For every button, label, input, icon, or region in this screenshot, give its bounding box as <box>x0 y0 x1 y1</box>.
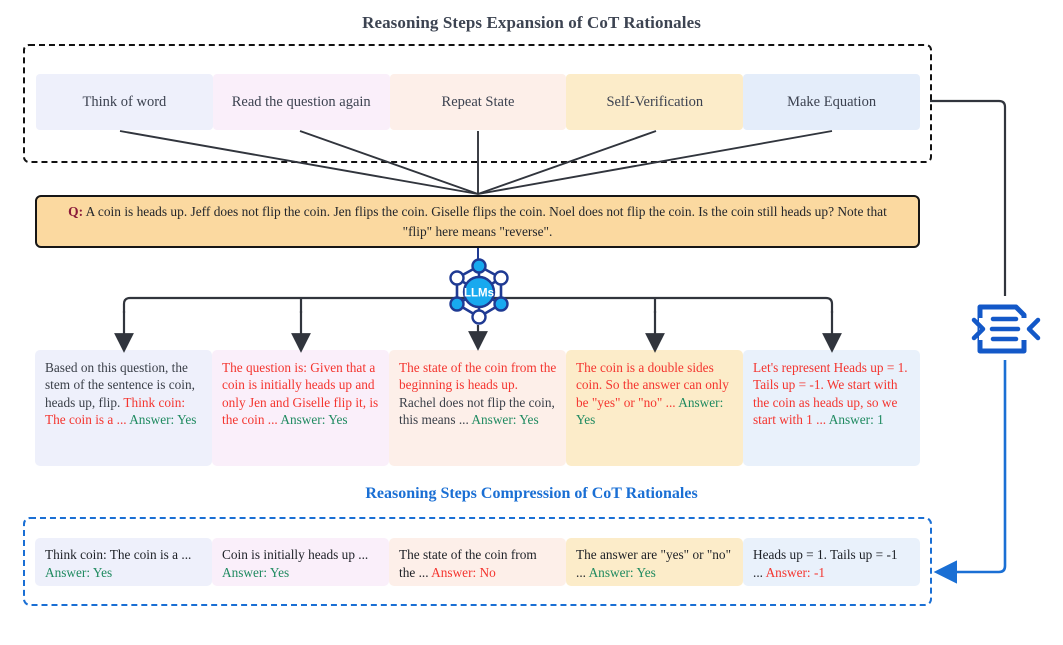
reasoning-step-box[interactable]: Think of word <box>36 74 213 130</box>
question-label: Q: <box>68 204 84 220</box>
reasoning-step-label: Read the question again <box>231 93 371 110</box>
rationale-text-segment: Answer: 1 <box>828 411 884 427</box>
expansion-to-doc-path <box>930 99 1007 296</box>
svg-text:LLMs: LLMs <box>464 288 494 300</box>
rationale-box[interactable]: The question is: Given that a coin is in… <box>212 350 389 466</box>
compressed-rationales-row: Think coin: The coin is a ... Answer: Ye… <box>35 538 920 586</box>
compressed-rationale-box[interactable]: The state of the coin from the ... Answe… <box>389 538 566 586</box>
question-text: Q: A coin is heads up. Jeff does not fli… <box>53 202 902 241</box>
reasoning-step-label: Make Equation <box>787 93 877 110</box>
compressed-text-segment: Answer: No <box>431 564 496 580</box>
reasoning-step-label: Think of word <box>82 93 167 110</box>
expansion-title: Reasoning Steps Expansion of CoT Rationa… <box>362 13 701 32</box>
compressed-text-segment: Answer: -1 <box>765 564 826 580</box>
rationale-text-segment: Answer: Yes <box>280 411 348 427</box>
compressed-text-segment: Answer: Yes <box>45 564 113 580</box>
rationale-box[interactable]: Based on this question, the stem of the … <box>35 350 212 466</box>
rationale-text-segment: Answer: Yes <box>471 411 539 427</box>
rationale-box[interactable]: The coin is a double sides coin. So the … <box>566 350 743 466</box>
reasoning-step-box[interactable]: Repeat State <box>389 74 567 130</box>
compressed-text-segment: Answer: Yes <box>222 564 290 580</box>
compressed-rationale-box[interactable]: Heads up = 1. Tails up = -1 ... Answer: … <box>743 538 920 586</box>
reasoning-step-box[interactable]: Make Equation <box>743 74 920 130</box>
doc-to-compression-path <box>933 360 1007 584</box>
compressed-text-segment: Think coin: The coin is a ... <box>45 547 192 562</box>
rationale-box[interactable]: The state of the coin from the beginning… <box>389 350 566 466</box>
compressed-text-segment: Coin is initially heads up ... <box>222 547 369 562</box>
llms-icon: LLMs <box>440 255 518 333</box>
diagram-canvas: Reasoning Steps Expansion of CoT Rationa… <box>0 0 1063 645</box>
compressed-text-segment: Answer: Yes <box>588 564 656 580</box>
reasoning-steps-row: Think of word Read the question again Repe… <box>36 74 920 130</box>
rationale-text-segment: Answer: Yes <box>129 411 197 427</box>
rationale-box[interactable]: Let's represent Heads up = 1. Tails up =… <box>743 350 920 466</box>
reasoning-step-label: Repeat State <box>441 93 515 110</box>
reasoning-step-box[interactable]: Self-Verification <box>566 74 744 130</box>
rationale-text-segment: The state of the coin from the beginning… <box>399 360 557 393</box>
compressed-rationale-box[interactable]: Coin is initially heads up ... Answer: Y… <box>212 538 389 586</box>
rationales-row: Based on this question, the stem of the … <box>35 350 920 466</box>
compressed-rationale-box[interactable]: Think coin: The coin is a ... Answer: Ye… <box>35 538 212 586</box>
question-body: A coin is heads up. Jeff does not flip t… <box>83 204 887 239</box>
question-box: Q: A coin is heads up. Jeff does not fli… <box>35 195 920 248</box>
document-compression-icon <box>963 292 1049 366</box>
reasoning-step-label: Self-Verification <box>606 93 704 110</box>
compression-title: Reasoning Steps Compression of CoT Ratio… <box>365 485 698 502</box>
compressed-rationale-box[interactable]: The answer are "yes" or "no" ... Answer:… <box>566 538 743 586</box>
reasoning-step-box[interactable]: Read the question again <box>212 74 390 130</box>
